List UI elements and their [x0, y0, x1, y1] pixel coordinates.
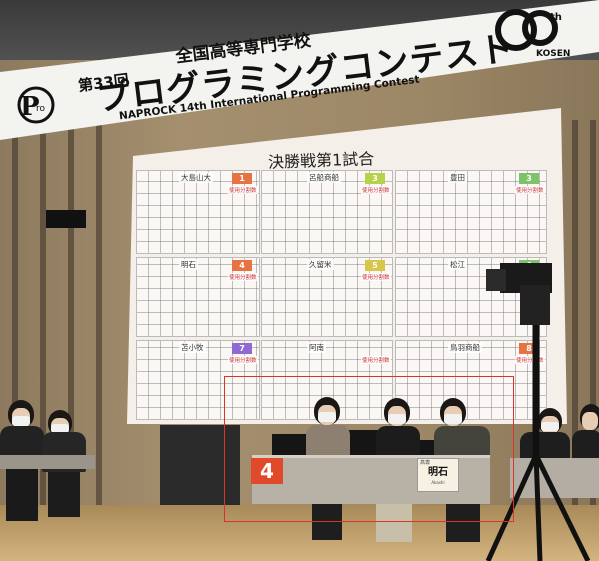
team-panel-name: 苫小牧 — [179, 342, 206, 353]
team-panel-tag: 使用分割数 — [515, 186, 545, 194]
team-panel-name: 久留米 — [307, 259, 334, 270]
left-team-table — [0, 455, 95, 469]
screen-title: 決勝戦第1試合 — [267, 149, 375, 172]
highlight-box — [224, 376, 514, 522]
procon-logo: P ro — [17, 86, 55, 124]
team-panel-tag: 使用分割数 — [228, 273, 258, 281]
team-panel-name: 阿南 — [307, 342, 326, 353]
svg-text:th: th — [550, 12, 562, 23]
team-panel-name: 明石 — [179, 259, 198, 270]
wall-speaker — [46, 210, 86, 228]
team-panel-tag: 使用分割数 — [228, 186, 258, 194]
stage-photo: 全国高等専門学校 プログラミングコンテスト 第33回 NAPROCK 14th … — [0, 0, 599, 561]
svg-text:ro: ro — [36, 104, 46, 114]
team-panel-name: 松江 — [448, 259, 467, 270]
team-panel-name: 豊田 — [448, 172, 467, 183]
svg-text:KOSEN: KOSEN — [536, 49, 570, 58]
wall-slat — [96, 120, 102, 520]
team-panel-tag: 使用分割数 — [361, 273, 391, 281]
team-panel-badge: 7 — [232, 343, 252, 354]
team-panel-tag: 使用分割数 — [361, 186, 391, 194]
team-panel-badge: 5 — [365, 260, 385, 271]
team-panel-name: 呂船商船 — [307, 172, 341, 183]
team-panel-tag: 使用分割数 — [361, 356, 391, 364]
team-panel-name: 大島山大 — [179, 172, 213, 183]
kosen-60th-logo: th KOSEN — [495, 9, 570, 58]
team-panel-badge: 3 — [519, 173, 539, 184]
team-panel-badge: 4 — [232, 260, 252, 271]
team-panel-badge: 1 — [232, 173, 252, 184]
team-panel-tag: 使用分割数 — [228, 356, 258, 364]
team-panel-badge: 3 — [365, 173, 385, 184]
